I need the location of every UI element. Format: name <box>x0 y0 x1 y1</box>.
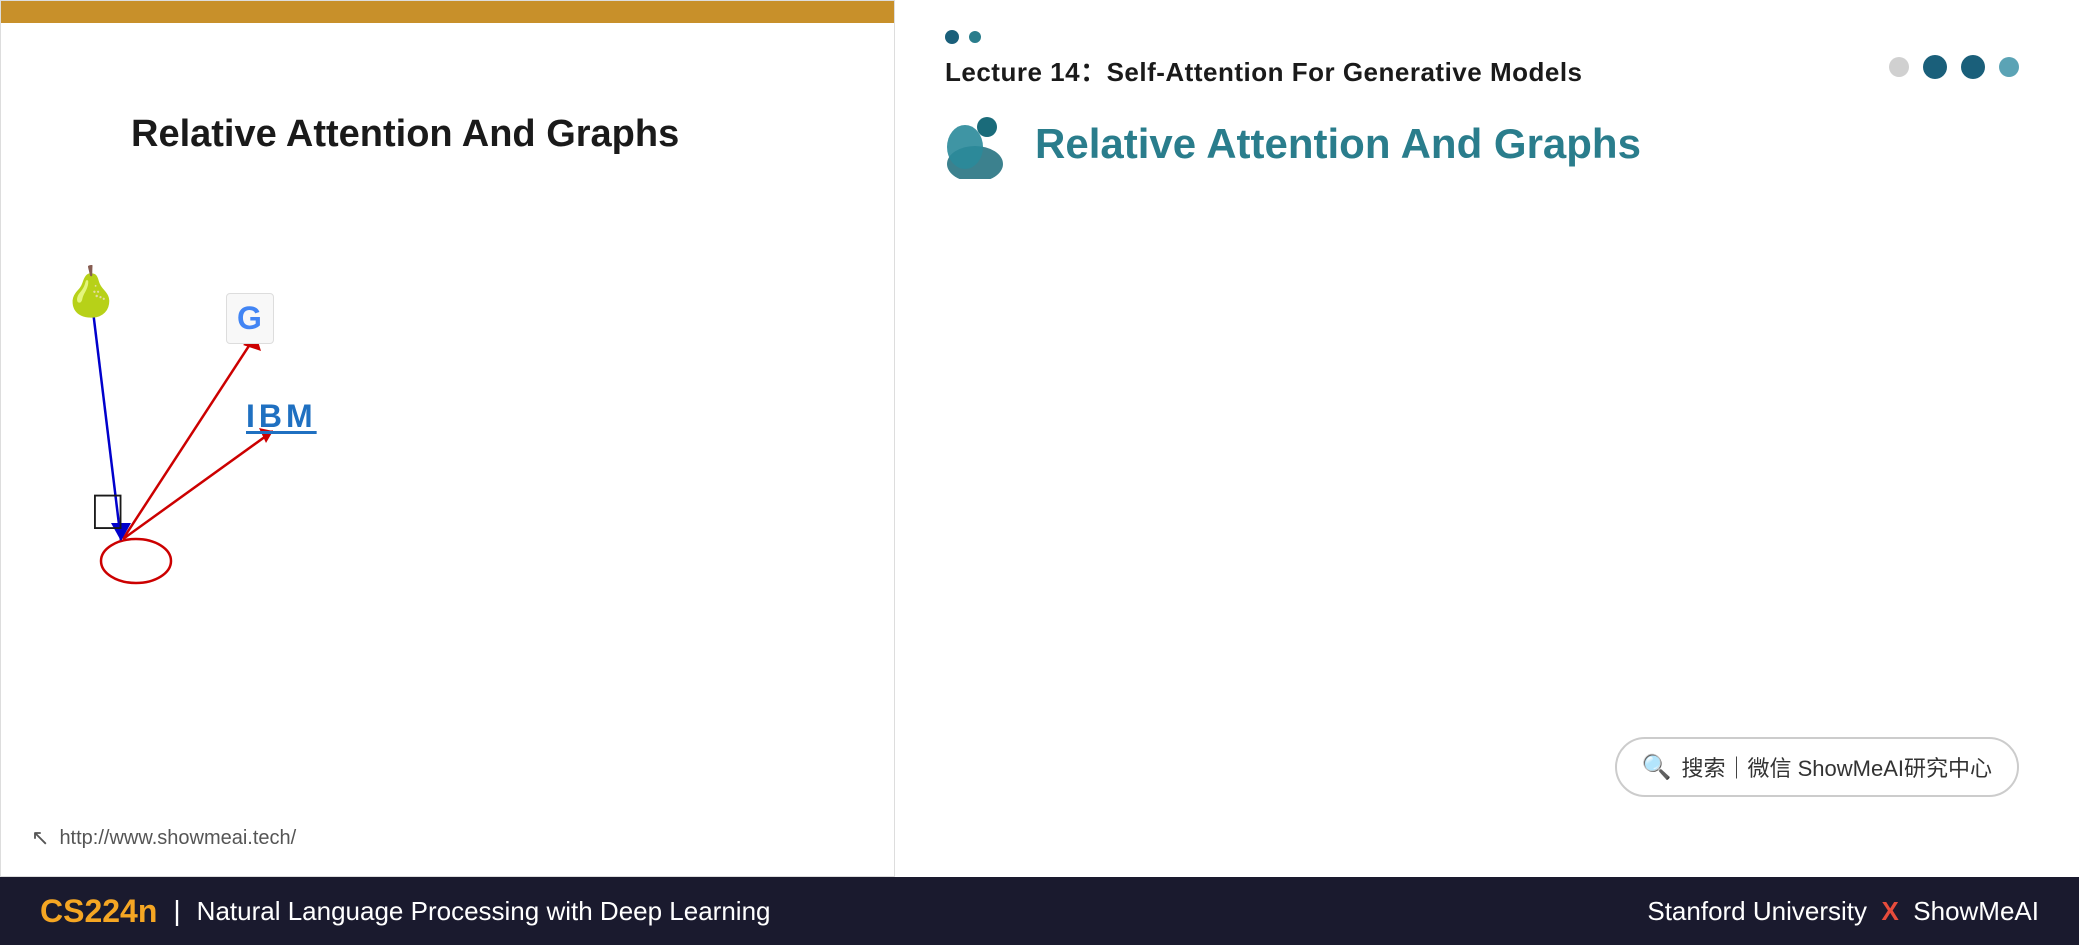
apple-icon:  <box>89 483 127 541</box>
nav-dots <box>1889 55 2019 79</box>
nav-dot-2 <box>1923 55 1947 79</box>
bottom-bar-left: CS224n | Natural Language Processing wit… <box>40 893 771 930</box>
bottom-bar: CS224n | Natural Language Processing wit… <box>0 877 2079 945</box>
slide-title: Relative Attention And Graphs <box>131 113 844 156</box>
nav-dot-4 <box>1999 57 2019 77</box>
google-g-letter: G <box>237 300 263 336</box>
graph-area: 🍐 G IBM  <box>51 243 451 623</box>
section-header: Relative Attention And Graphs <box>945 109 2029 179</box>
slide-panel: Relative Attention And Graphs 🍐 <box>0 0 895 877</box>
ibm-node: IBM <box>246 398 317 435</box>
right-panel: Lecture 14：Self-Attention For Generative… <box>895 0 2079 877</box>
lecture-subtitle: Lecture 14：Self-Attention For Generative… <box>945 52 2029 89</box>
top-dot-2 <box>969 31 981 43</box>
bottom-bar-right: Stanford University X ShowMeAI <box>1647 896 2039 927</box>
cursor-icon: ↖ <box>31 825 49 851</box>
search-box[interactable]: 🔍 搜索｜微信 ShowMeAI研究中心 <box>1615 737 2019 797</box>
slide-top-bar <box>1 1 894 23</box>
x-separator: X <box>1881 896 1898 926</box>
nav-dot-3 <box>1961 55 1985 79</box>
nav-dot-1 <box>1889 57 1909 77</box>
section-title: Relative Attention And Graphs <box>1035 120 1641 168</box>
teal-logo-icon <box>945 109 1015 179</box>
course-separator: | <box>173 895 180 927</box>
search-icon: 🔍 <box>1642 753 1672 782</box>
university-name: Stanford University <box>1647 896 1867 926</box>
course-code: CS224n <box>40 893 157 930</box>
search-text: 搜索｜微信 ShowMeAI研究中心 <box>1682 751 1993 783</box>
slide-content: Relative Attention And Graphs 🍐 <box>1 23 894 876</box>
course-title: Natural Language Processing with Deep Le… <box>197 896 771 927</box>
top-dots <box>945 30 2029 44</box>
brand-name: ShowMeAI <box>1913 896 2039 926</box>
pear-node: 🍐 <box>61 263 121 320</box>
google-node: G <box>226 293 274 344</box>
slide-url: ↖ http://www.showmeai.tech/ <box>31 825 296 851</box>
url-text: http://www.showmeai.tech/ <box>59 827 296 850</box>
top-dot-1 <box>945 30 959 44</box>
